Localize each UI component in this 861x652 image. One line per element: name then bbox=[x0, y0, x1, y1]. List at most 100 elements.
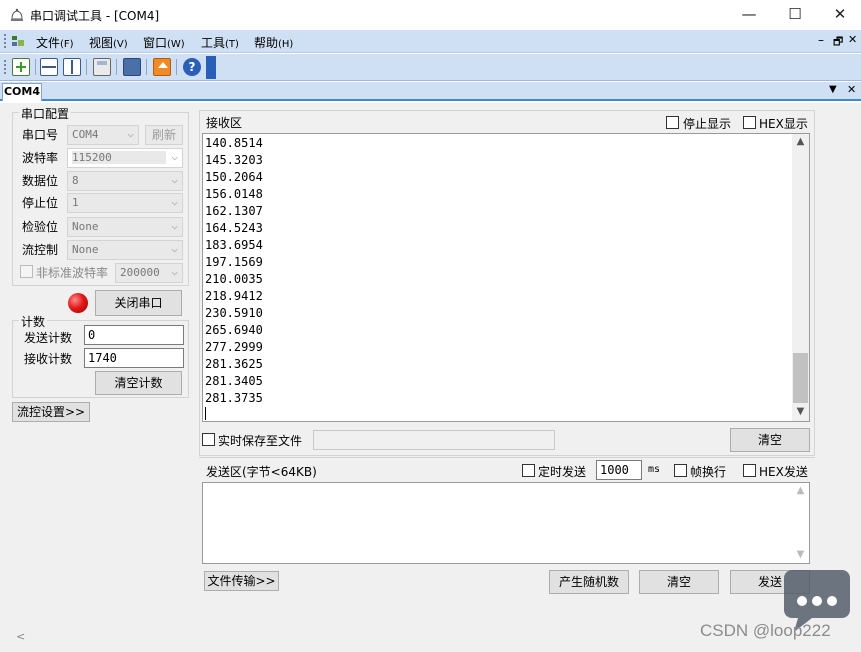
receive-line: 281.3735 bbox=[205, 391, 263, 405]
receive-line: 277.2999 bbox=[205, 340, 263, 354]
receive-lines: 140.8514 145.3203 150.2064 156.0148 162.1307… bbox=[205, 135, 263, 407]
newline-label: 帧换行 bbox=[690, 465, 727, 479]
stop-display-checkbox[interactable] bbox=[666, 116, 679, 129]
close-window-button[interactable]: ✕ bbox=[817, 0, 861, 30]
mdi-close-button[interactable]: ✕ bbox=[848, 33, 857, 46]
app-bell-icon bbox=[11, 8, 23, 21]
scroll-left-icon[interactable]: < bbox=[16, 630, 25, 643]
menu-window[interactable]: 窗口(W) bbox=[143, 34, 185, 51]
recv-count-label: 接收计数 bbox=[24, 352, 73, 366]
port-status-led-icon bbox=[68, 293, 88, 313]
counter-title: 计数 bbox=[19, 313, 48, 330]
stopbits-label: 停止位 bbox=[22, 196, 59, 210]
tab-close-icon[interactable]: ✕ bbox=[847, 83, 856, 96]
save-to-file-checkbox[interactable] bbox=[202, 433, 215, 446]
document-tab-strip: COM4 ▼ ✕ bbox=[0, 82, 861, 101]
hex-display-checkbox[interactable] bbox=[743, 116, 756, 129]
scroll-down-icon[interactable]: ▼ bbox=[792, 406, 809, 417]
split-vertical-icon[interactable] bbox=[63, 58, 81, 76]
toolbar-overflow-icon[interactable] bbox=[206, 56, 216, 79]
upload-icon[interactable] bbox=[153, 58, 171, 76]
menu-help[interactable]: 帮助(H) bbox=[254, 34, 293, 51]
chevron-down-icon: ⌵ bbox=[171, 173, 178, 186]
nonstd-baud-select[interactable]: 200000 ⌵ bbox=[115, 263, 183, 283]
file-transfer-button[interactable]: 文件传输>> bbox=[204, 571, 279, 591]
receive-line: 230.5910 bbox=[205, 306, 263, 320]
interval-unit: ms bbox=[648, 464, 661, 475]
tab-dropdown-icon[interactable]: ▼ bbox=[829, 84, 837, 95]
receive-line: 218.9412 bbox=[205, 289, 263, 303]
sent-count-field[interactable]: 0 bbox=[84, 325, 184, 345]
receive-line: 145.3203 bbox=[205, 153, 263, 167]
refresh-button[interactable]: 刷新 bbox=[145, 125, 183, 145]
scroll-up-icon[interactable]: ▲ bbox=[792, 136, 809, 147]
flow-select[interactable]: None ⌵ bbox=[67, 240, 183, 260]
close-port-button[interactable]: 关闭串口 bbox=[95, 290, 182, 316]
receive-scrollbar[interactable]: ▲ ▼ bbox=[792, 134, 809, 421]
serial-config-title: 串口配置 bbox=[19, 105, 72, 122]
receive-scroll-thumb[interactable] bbox=[793, 353, 808, 403]
network-icon[interactable] bbox=[123, 58, 141, 76]
calculator-icon[interactable] bbox=[93, 58, 111, 76]
send-title: 发送区(字节<64KB) bbox=[206, 465, 317, 479]
receive-line: 164.5243 bbox=[205, 221, 263, 235]
watermark: CSDN @loop222 bbox=[700, 621, 831, 640]
random-button[interactable]: 产生随机数 bbox=[549, 570, 629, 594]
receive-line: 281.3405 bbox=[205, 374, 263, 388]
hex-display-label: HEX显示 bbox=[759, 117, 808, 131]
save-file-path-field[interactable] bbox=[313, 430, 555, 450]
send-scrollbar[interactable]: ▲ ▼ bbox=[792, 483, 809, 563]
timed-send-label: 定时发送 bbox=[538, 465, 587, 479]
receive-line: 162.1307 bbox=[205, 204, 263, 218]
scroll-down-icon[interactable]: ▼ bbox=[792, 549, 809, 560]
grip-icon bbox=[4, 60, 7, 74]
parity-select[interactable]: None ⌵ bbox=[67, 217, 183, 237]
clear-count-button[interactable]: 清空计数 bbox=[95, 371, 182, 395]
port-select[interactable]: COM4 ⌵ bbox=[67, 125, 139, 145]
receive-line: 150.2064 bbox=[205, 170, 263, 184]
chevron-down-icon: ⌵ bbox=[171, 195, 178, 208]
recv-count-field[interactable]: 1740 bbox=[84, 348, 184, 368]
receive-line: 156.0148 bbox=[205, 187, 263, 201]
title-bar: 串口调试工具 - [COM4] — ☐ ✕ bbox=[0, 0, 861, 30]
chevron-down-icon: ⌵ bbox=[171, 219, 178, 232]
nonstd-baud-checkbox[interactable] bbox=[20, 265, 33, 278]
databits-select[interactable]: 8 ⌵ bbox=[67, 171, 183, 191]
scroll-up-icon[interactable]: ▲ bbox=[792, 485, 809, 496]
help-icon[interactable]: ? bbox=[183, 58, 201, 76]
split-horizontal-icon[interactable] bbox=[40, 58, 58, 76]
new-file-icon[interactable] bbox=[12, 58, 30, 76]
mdi-restore-button[interactable]: 🗗 bbox=[833, 33, 843, 52]
port-label: 串口号 bbox=[22, 128, 59, 142]
send-interval-field[interactable]: 1000 bbox=[596, 460, 642, 480]
menu-file[interactable]: 文件(F) bbox=[36, 34, 74, 51]
clear-receive-button[interactable]: 清空 bbox=[730, 428, 810, 452]
stopbits-select[interactable]: 1 ⌵ bbox=[67, 193, 183, 213]
menu-view[interactable]: 视图(V) bbox=[89, 34, 128, 51]
baud-select[interactable]: 115200 ⌵ bbox=[67, 148, 183, 168]
text-caret bbox=[205, 407, 206, 420]
send-textarea[interactable]: ▲ ▼ bbox=[202, 482, 810, 564]
grip-icon bbox=[4, 34, 7, 48]
receive-title: 接收区 bbox=[206, 116, 243, 130]
receive-line: 210.0035 bbox=[205, 272, 263, 286]
hex-send-checkbox[interactable] bbox=[743, 464, 756, 477]
hex-send-label: HEX发送 bbox=[759, 465, 808, 479]
clear-send-button[interactable]: 清空 bbox=[639, 570, 719, 594]
chevron-down-icon: ⌵ bbox=[127, 127, 134, 140]
nonstd-baud-label: 非标准波特率 bbox=[36, 266, 109, 280]
app-menu-icon[interactable] bbox=[11, 34, 26, 49]
tab-com4[interactable]: COM4 bbox=[2, 83, 42, 101]
maximize-button[interactable]: ☐ bbox=[772, 0, 818, 30]
mdi-minimize-button[interactable]: – bbox=[818, 33, 824, 47]
parity-label: 检验位 bbox=[22, 220, 59, 234]
receive-line: 197.1569 bbox=[205, 255, 263, 269]
menu-bar: 文件(F) 视图(V) 窗口(W) 工具(T) 帮助(H) – 🗗 ✕ bbox=[0, 30, 861, 53]
minimize-button[interactable]: — bbox=[726, 0, 772, 30]
timed-send-checkbox[interactable] bbox=[522, 464, 535, 477]
sent-count-label: 发送计数 bbox=[24, 331, 73, 345]
flow-settings-button[interactable]: 流控设置>> bbox=[12, 402, 90, 422]
newline-checkbox[interactable] bbox=[674, 464, 687, 477]
receive-textarea[interactable]: 140.8514 145.3203 150.2064 156.0148 162.1307… bbox=[202, 133, 810, 422]
menu-tools[interactable]: 工具(T) bbox=[201, 34, 239, 51]
